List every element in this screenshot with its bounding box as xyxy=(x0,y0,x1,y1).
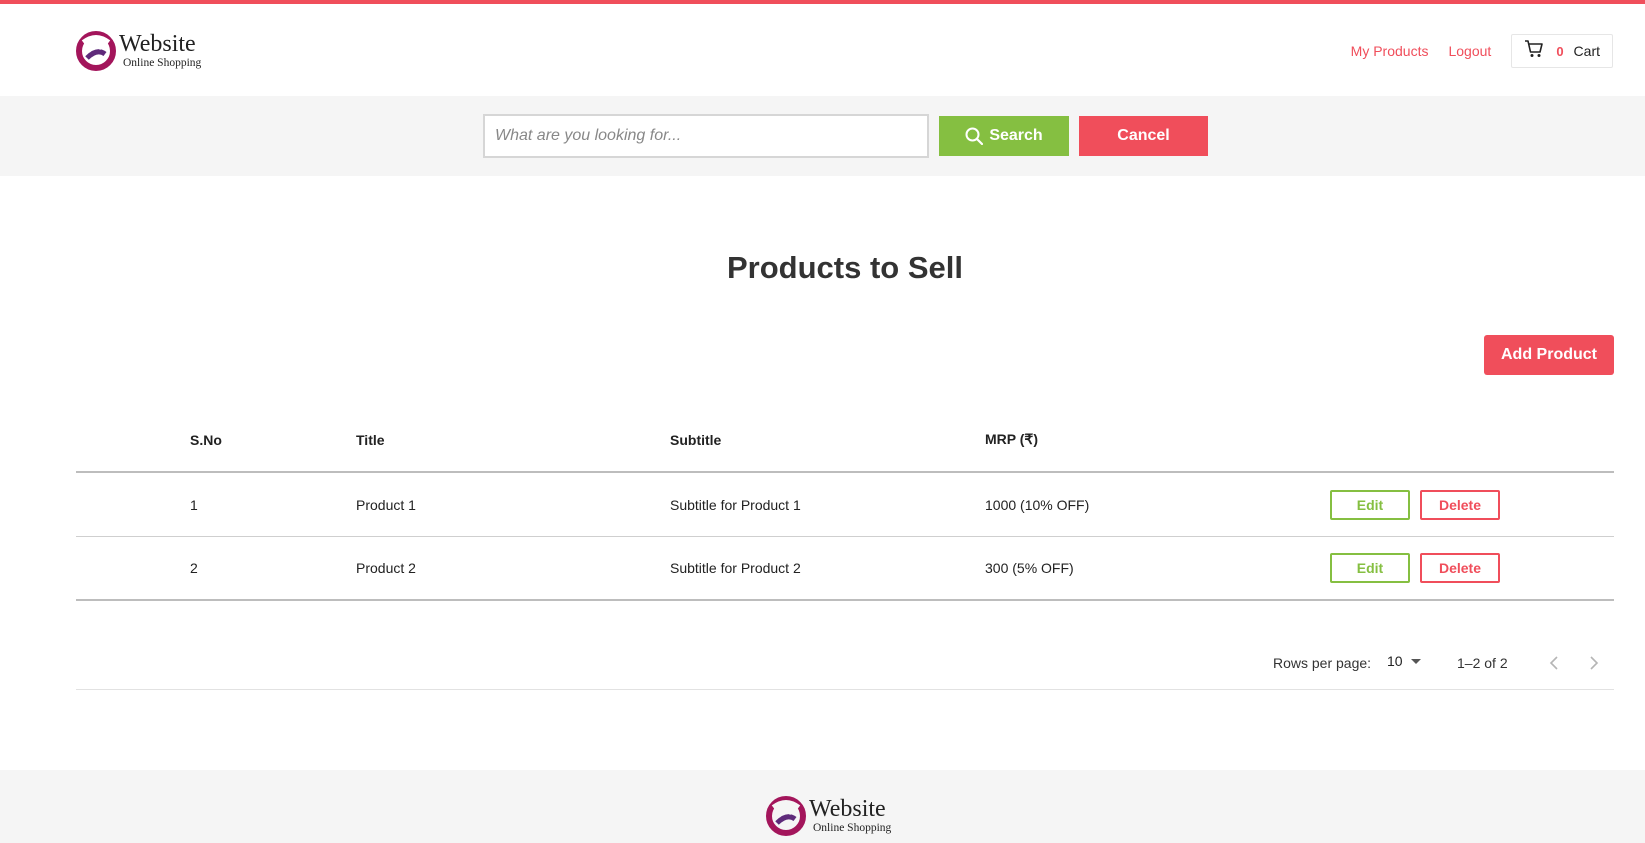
logo-mark-icon xyxy=(75,30,117,72)
cart-count: 0 xyxy=(1556,43,1564,59)
column-header-title: Title xyxy=(356,431,385,448)
cell-title: Product 2 xyxy=(356,560,416,576)
column-header-subtitle: Subtitle xyxy=(670,431,722,448)
search-button-label: Search xyxy=(989,127,1043,144)
site-footer: Website Online Shopping xyxy=(0,770,1645,843)
nav-logout-link[interactable]: Logout xyxy=(1448,43,1491,59)
products-table: S.No Title Subtitle MRP (₹) 1 Product 1 … xyxy=(76,408,1614,601)
cancel-button[interactable]: Cancel xyxy=(1079,116,1208,156)
delete-button[interactable]: Delete xyxy=(1420,489,1500,520)
cell-subtitle: Subtitle for Product 1 xyxy=(670,496,801,513)
row-actions: Edit Delete xyxy=(1330,473,1500,536)
caret-down-icon xyxy=(1410,658,1421,664)
cell-sno: 1 xyxy=(190,496,198,513)
page-title: Products to Sell xyxy=(727,250,963,285)
cart-icon xyxy=(1524,39,1544,63)
rows-per-page-select[interactable]: 10 xyxy=(1387,653,1421,669)
cell-subtitle: Subtitle for Product 2 xyxy=(670,560,801,576)
footer-logo[interactable]: Website Online Shopping xyxy=(765,795,891,837)
rows-per-page-label: Rows per page: xyxy=(1273,655,1372,671)
table-row: 2 Product 2 Subtitle for Product 2 300 (… xyxy=(76,537,1614,601)
chevron-left-icon xyxy=(1549,656,1558,670)
pagination-range: 1–2 of 2 xyxy=(1457,655,1508,671)
logo-name: Website xyxy=(119,31,196,58)
search-input[interactable] xyxy=(483,114,929,158)
search-bar: Search Cancel xyxy=(0,96,1645,176)
cart-label: Cart xyxy=(1573,43,1600,59)
header-nav: My Products Logout 0 Cart xyxy=(1351,34,1613,68)
site-logo[interactable]: Website Online Shopping xyxy=(75,30,201,72)
edit-button[interactable]: Edit xyxy=(1330,489,1410,520)
delete-button[interactable]: Delete xyxy=(1420,553,1500,583)
search-button[interactable]: Search xyxy=(939,116,1069,156)
next-page-button[interactable] xyxy=(1583,652,1605,674)
previous-page-button[interactable] xyxy=(1543,652,1565,674)
footer-logo-tagline: Online Shopping xyxy=(813,822,892,835)
cell-mrp: 1000 (10% OFF) xyxy=(985,496,1090,513)
cell-mrp: 300 (5% OFF) xyxy=(985,560,1074,576)
table-row: 1 Product 1 Subtitle for Product 1 1000 … xyxy=(76,473,1614,537)
column-header-mrp: MRP (₹) xyxy=(985,431,1038,447)
table-pagination: Rows per page: 10 1–2 of 2 xyxy=(76,630,1614,690)
column-header-sno: S.No xyxy=(190,431,222,448)
cell-sno: 2 xyxy=(190,560,198,576)
search-icon xyxy=(965,127,984,145)
site-header: Website Online Shopping My Products Logo… xyxy=(0,4,1645,96)
edit-button[interactable]: Edit xyxy=(1330,553,1410,583)
logo-mark-icon xyxy=(765,795,807,837)
row-actions: Edit Delete xyxy=(1330,537,1500,599)
cart-button[interactable]: 0 Cart xyxy=(1511,34,1613,68)
add-product-button[interactable]: Add Product xyxy=(1484,335,1614,375)
nav-my-products-link[interactable]: My Products xyxy=(1351,43,1429,59)
table-header-row: S.No Title Subtitle MRP (₹) xyxy=(76,408,1614,473)
logo-tagline: Online Shopping xyxy=(123,57,202,70)
rows-per-page-value: 10 xyxy=(1387,653,1403,669)
footer-logo-name: Website xyxy=(809,796,886,823)
cell-title: Product 1 xyxy=(356,496,416,513)
chevron-right-icon xyxy=(1590,656,1599,670)
